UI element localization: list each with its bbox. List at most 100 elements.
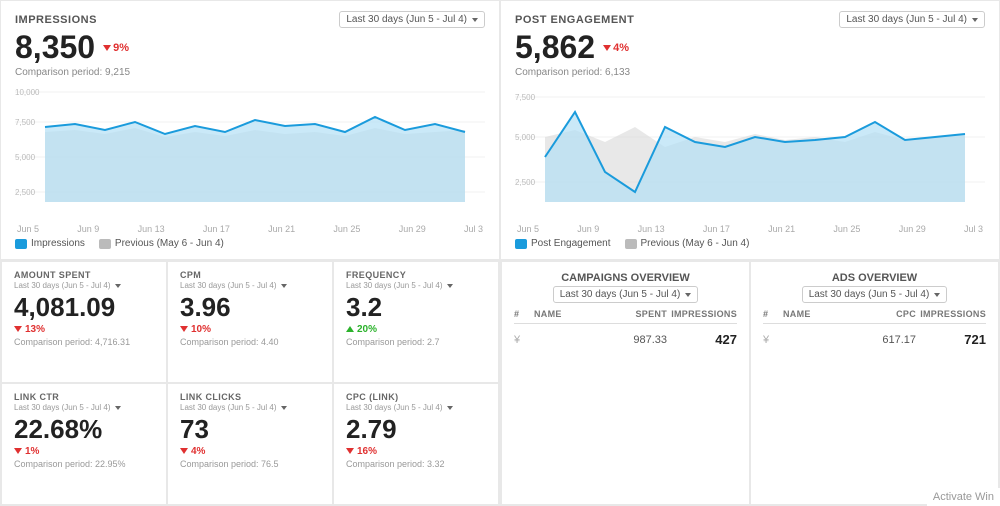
metric-card-0: AMOUNT SPENT Last 30 days (Jun 5 - Jul 4… xyxy=(1,261,167,383)
campaigns-row-0: ¥ 987.33 427 xyxy=(514,328,737,351)
ads-header: # NAME CPC IMPRESSIONS xyxy=(763,309,986,324)
ads-row-0: ¥ 617.17 721 xyxy=(763,328,986,351)
svg-text:7,500: 7,500 xyxy=(515,93,536,102)
ads-col-impressions: IMPRESSIONS xyxy=(916,309,986,319)
metric-value-1: 3.96 xyxy=(180,293,320,322)
impressions-title: IMPRESSIONS xyxy=(15,14,97,26)
impressions-panel: IMPRESSIONS Last 30 days (Jun 5 - Jul 4)… xyxy=(0,0,500,260)
triangle-down-icon xyxy=(103,45,111,51)
campaigns-date-dropdown[interactable]: Last 30 days (Jun 5 - Jul 4) xyxy=(553,286,699,303)
metric-card-4: LINK CLICKS Last 30 days (Jun 5 - Jul 4)… xyxy=(167,383,333,505)
triangle-up-icon xyxy=(346,326,354,332)
chevron-down-icon xyxy=(472,18,478,22)
ads-row-icon: ¥ xyxy=(763,334,783,346)
impressions-comparison: Comparison period: 9,215 xyxy=(15,67,485,78)
svg-text:5,000: 5,000 xyxy=(15,153,36,162)
triangle-down-icon xyxy=(346,448,354,454)
legend-gray-box xyxy=(99,239,111,249)
engagement-date-dropdown[interactable]: Last 30 days (Jun 5 - Jul 4) xyxy=(839,11,985,28)
campaigns-col-name: NAME xyxy=(534,309,597,319)
metric-value-0: 4,081.09 xyxy=(14,293,154,322)
ads-title: ADS OVERVIEW xyxy=(763,272,986,284)
metric-card-5: CPC (LINK) Last 30 days (Jun 5 - Jul 4) … xyxy=(333,383,499,505)
ads-col-cpc: CPC xyxy=(856,309,916,319)
engagement-legend: Post Engagement Previous (May 6 - Jun 4) xyxy=(515,238,985,249)
engagement-change: 4% xyxy=(603,42,629,54)
campaigns-panel: CAMPAIGNS OVERVIEW Last 30 days (Jun 5 -… xyxy=(501,261,750,505)
chevron-down-icon xyxy=(972,18,978,22)
metric-title-1: CPM xyxy=(180,270,320,280)
dashboard: IMPRESSIONS Last 30 days (Jun 5 - Jul 4)… xyxy=(0,0,1000,506)
ads-date-dropdown[interactable]: Last 30 days (Jun 5 - Jul 4) xyxy=(802,286,948,303)
metric-title-4: LINK CLICKS xyxy=(180,392,320,402)
chevron-icon xyxy=(447,406,453,410)
chevron-down-icon xyxy=(934,293,940,297)
ads-col-name: NAME xyxy=(783,309,856,319)
metric-card-3: LINK CTR Last 30 days (Jun 5 - Jul 4) 22… xyxy=(1,383,167,505)
svg-text:7,500: 7,500 xyxy=(15,118,36,127)
metric-value-3: 22.68% xyxy=(14,415,154,444)
impressions-date-dropdown[interactable]: Last 30 days (Jun 5 - Jul 4) xyxy=(339,11,485,28)
svg-text:2,500: 2,500 xyxy=(15,188,36,197)
impressions-change: 9% xyxy=(103,42,129,54)
metric-change-0: 13% xyxy=(14,324,154,335)
metric-title-2: FREQUENCY xyxy=(346,270,486,280)
impressions-legend: Impressions Previous (May 6 - Jun 4) xyxy=(15,238,485,249)
metric-comparison-5: Comparison period: 3.32 xyxy=(346,459,486,469)
metric-card-1: CPM Last 30 days (Jun 5 - Jul 4) 3.96 10… xyxy=(167,261,333,383)
tables-section: CAMPAIGNS OVERVIEW Last 30 days (Jun 5 -… xyxy=(500,260,1000,506)
legend-current: Impressions xyxy=(15,238,85,249)
ads-row-cpc: 617.17 xyxy=(856,334,916,346)
metric-value-5: 2.79 xyxy=(346,415,486,444)
legend-previous-eng: Previous (May 6 - Jun 4) xyxy=(625,238,750,249)
engagement-panel: POST ENGAGEMENT Last 30 days (Jun 5 - Ju… xyxy=(500,0,1000,260)
metric-comparison-3: Comparison period: 22.95% xyxy=(14,459,154,469)
metric-title-5: CPC (LINK) xyxy=(346,392,486,402)
chevron-icon xyxy=(115,284,121,288)
campaigns-col-spent: SPENT xyxy=(597,309,667,319)
ads-col-num: # xyxy=(763,309,783,319)
ads-panel: ADS OVERVIEW Last 30 days (Jun 5 - Jul 4… xyxy=(750,261,999,505)
impressions-x-axis: Jun 5 Jun 9 Jun 13 Jun 17 Jun 21 Jun 25 … xyxy=(15,224,485,234)
ads-row-impressions: 721 xyxy=(916,332,986,347)
svg-text:2,500: 2,500 xyxy=(515,178,536,187)
chevron-icon xyxy=(281,406,287,410)
metric-title-3: LINK CTR xyxy=(14,392,154,402)
metric-change-5: 16% xyxy=(346,446,486,457)
metric-change-2: 20% xyxy=(346,324,486,335)
metric-comparison-1: Comparison period: 4.40 xyxy=(180,337,320,347)
campaigns-col-impressions: IMPRESSIONS xyxy=(667,309,737,319)
metric-comparison-0: Comparison period: 4,716.31 xyxy=(14,337,154,347)
metric-card-2: FREQUENCY Last 30 days (Jun 5 - Jul 4) 3… xyxy=(333,261,499,383)
legend-blue-box xyxy=(515,239,527,249)
metric-date-4: Last 30 days (Jun 5 - Jul 4) xyxy=(180,403,320,412)
engagement-value: 5,862 xyxy=(515,30,595,65)
triangle-down-icon xyxy=(603,45,611,51)
legend-blue-box xyxy=(15,239,27,249)
chevron-icon xyxy=(281,284,287,288)
engagement-comparison: Comparison period: 6,133 xyxy=(515,67,985,78)
metric-value-4: 73 xyxy=(180,415,320,444)
engagement-x-axis: Jun 5 Jun 9 Jun 13 Jun 17 Jun 21 Jun 25 … xyxy=(515,224,985,234)
legend-previous: Previous (May 6 - Jun 4) xyxy=(99,238,224,249)
metric-change-4: 4% xyxy=(180,446,320,457)
chevron-down-icon xyxy=(685,293,691,297)
triangle-down-icon xyxy=(14,326,22,332)
metric-change-1: 10% xyxy=(180,324,320,335)
metric-value-2: 3.2 xyxy=(346,293,486,322)
campaigns-col-num: # xyxy=(514,309,534,319)
impressions-value: 8,350 xyxy=(15,30,95,65)
metric-date-1: Last 30 days (Jun 5 - Jul 4) xyxy=(180,281,320,290)
campaigns-title: CAMPAIGNS OVERVIEW xyxy=(514,272,737,284)
legend-current-eng: Post Engagement xyxy=(515,238,611,249)
metric-date-5: Last 30 days (Jun 5 - Jul 4) xyxy=(346,403,486,412)
metric-title-0: AMOUNT SPENT xyxy=(14,270,154,280)
metric-date-3: Last 30 days (Jun 5 - Jul 4) xyxy=(14,403,154,412)
campaigns-row-spent: 987.33 xyxy=(597,334,667,346)
engagement-title: POST ENGAGEMENT xyxy=(515,14,634,26)
triangle-down-icon xyxy=(180,448,188,454)
impressions-chart-area: 10,000 7,500 5,000 2,500 xyxy=(15,82,485,222)
triangle-down-icon xyxy=(180,326,188,332)
metrics-grid: AMOUNT SPENT Last 30 days (Jun 5 - Jul 4… xyxy=(0,260,500,506)
activate-windows-text: Activate Win xyxy=(927,488,1000,506)
